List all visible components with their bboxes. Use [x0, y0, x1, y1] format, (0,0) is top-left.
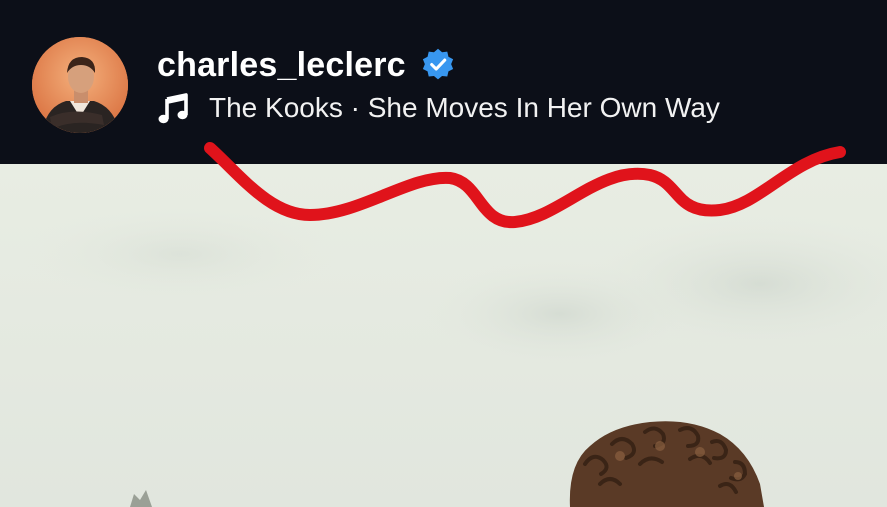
verified-badge-icon — [422, 48, 453, 80]
story-photo[interactable] — [0, 164, 887, 507]
music-note-icon — [158, 93, 188, 124]
avatar[interactable] — [32, 37, 128, 133]
story-image — [0, 164, 887, 507]
story-header: charles_leclerc The Kooks · She Moves In… — [0, 0, 887, 164]
username-row: charles_leclerc — [157, 40, 456, 90]
music-row[interactable]: The Kooks · She Moves In Her Own Way — [157, 88, 720, 128]
username[interactable]: charles_leclerc — [157, 46, 406, 85]
avatar-photo — [32, 37, 128, 133]
music-track-label: The Kooks · She Moves In Her Own Way — [209, 92, 720, 123]
